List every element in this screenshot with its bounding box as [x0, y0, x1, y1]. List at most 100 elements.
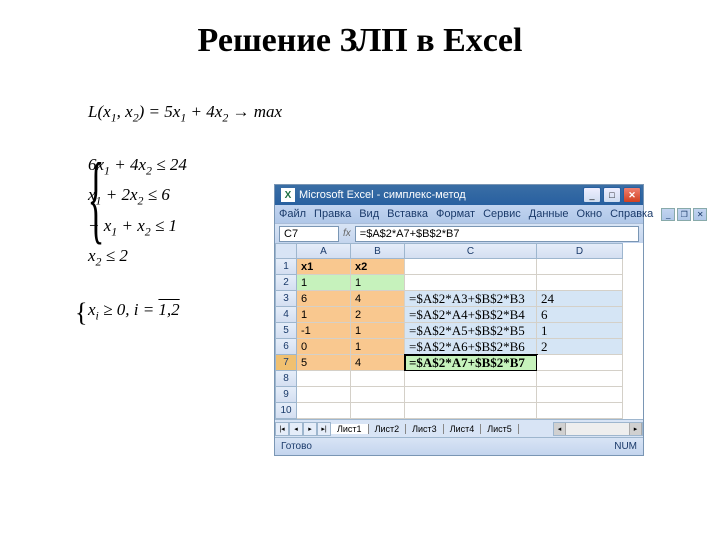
- menu-format[interactable]: Формат: [436, 208, 475, 220]
- cell[interactable]: [537, 355, 623, 371]
- cell[interactable]: [537, 371, 623, 387]
- maximize-button[interactable]: □: [603, 187, 621, 203]
- status-num: NUM: [614, 441, 637, 452]
- tab-nav-next[interactable]: ▸: [303, 422, 317, 436]
- cell[interactable]: =$A$2*A3+$B$2*B3: [405, 291, 537, 307]
- cell[interactable]: [405, 403, 537, 419]
- minimize-button[interactable]: _: [583, 187, 601, 203]
- tab-nav-first[interactable]: |◂: [275, 422, 289, 436]
- cell[interactable]: [405, 371, 537, 387]
- col-header-d[interactable]: D: [537, 243, 623, 259]
- cell[interactable]: [537, 387, 623, 403]
- cell[interactable]: 4: [351, 291, 405, 307]
- cell[interactable]: x2: [351, 259, 405, 275]
- sheet-tab-5[interactable]: Лист5: [481, 424, 519, 434]
- cell[interactable]: [537, 403, 623, 419]
- cell[interactable]: =$A$2*A6+$B$2*B6: [405, 339, 537, 355]
- cell[interactable]: [297, 371, 351, 387]
- titlebar[interactable]: X Microsoft Excel - симплекс-метод _ □ ✕: [275, 185, 643, 205]
- menu-data[interactable]: Данные: [529, 208, 569, 220]
- cell[interactable]: 6: [297, 291, 351, 307]
- row-header[interactable]: 1: [275, 259, 297, 275]
- grid-row: 5-11=$A$2*A5+$B$2*B51: [275, 323, 643, 339]
- menu-help[interactable]: Справка: [610, 208, 653, 220]
- grid-row: 211: [275, 275, 643, 291]
- menubar: Файл Правка Вид Вставка Формат Сервис Да…: [275, 205, 643, 223]
- cell[interactable]: 2: [537, 339, 623, 355]
- tab-nav-prev[interactable]: ◂: [289, 422, 303, 436]
- row-header[interactable]: 7: [275, 355, 297, 371]
- spreadsheet-grid[interactable]: A B C D 1x1x2211364=$A$2*A3+$B$2*B324412…: [275, 243, 643, 419]
- cell[interactable]: [351, 387, 405, 403]
- select-all-corner[interactable]: [275, 243, 297, 259]
- cell[interactable]: 0: [297, 339, 351, 355]
- cell[interactable]: 1: [351, 339, 405, 355]
- cell[interactable]: 1: [297, 275, 351, 291]
- objective-function: L(x1, x2) = 5x1 + 4x2 → max: [88, 102, 282, 125]
- menu-tools[interactable]: Сервис: [483, 208, 521, 220]
- menu-insert[interactable]: Вставка: [387, 208, 428, 220]
- row-header[interactable]: 9: [275, 387, 297, 403]
- cell[interactable]: [297, 403, 351, 419]
- cell[interactable]: 5: [297, 355, 351, 371]
- cell[interactable]: 6: [537, 307, 623, 323]
- cell[interactable]: [537, 259, 623, 275]
- cell[interactable]: 1: [297, 307, 351, 323]
- constraint-system: { 6x1 + 4x2 ≤ 24 x1 + 2x2 ≤ 6 − x1 + x2 …: [88, 148, 187, 277]
- cell[interactable]: [405, 387, 537, 403]
- cell[interactable]: =$A$2*A4+$B$2*B4: [405, 307, 537, 323]
- col-header-a[interactable]: A: [297, 243, 351, 259]
- name-box[interactable]: С7: [279, 226, 339, 242]
- slide-title: Решение ЗЛП в Excel: [0, 0, 720, 70]
- cell[interactable]: =$A$2*A7+$B$2*B7: [405, 355, 537, 371]
- scroll-left-icon[interactable]: ◂: [554, 423, 566, 435]
- menu-edit[interactable]: Правка: [314, 208, 351, 220]
- row-header[interactable]: 3: [275, 291, 297, 307]
- horizontal-scrollbar[interactable]: ◂ ▸: [553, 422, 643, 436]
- cell[interactable]: =$A$2*A5+$B$2*B5: [405, 323, 537, 339]
- menu-window[interactable]: Окно: [577, 208, 603, 220]
- formula-bar: С7 fx =$A$2*A7+$B$2*B7: [275, 223, 643, 243]
- cell[interactable]: 1: [351, 275, 405, 291]
- tab-nav-last[interactable]: ▸|: [317, 422, 331, 436]
- cell[interactable]: 2: [351, 307, 405, 323]
- cell[interactable]: [351, 403, 405, 419]
- menu-file[interactable]: Файл: [279, 208, 306, 220]
- menu-view[interactable]: Вид: [359, 208, 379, 220]
- grid-row: 601=$A$2*A6+$B$2*B62: [275, 339, 643, 355]
- formula-input[interactable]: =$A$2*A7+$B$2*B7: [355, 226, 639, 242]
- cell[interactable]: 4: [351, 355, 405, 371]
- row-header[interactable]: 4: [275, 307, 297, 323]
- col-header-c[interactable]: C: [405, 243, 537, 259]
- cell[interactable]: 24: [537, 291, 623, 307]
- sheet-tab-3[interactable]: Лист3: [406, 424, 444, 434]
- row-header[interactable]: 10: [275, 403, 297, 419]
- cell[interactable]: [405, 259, 537, 275]
- cell[interactable]: [405, 275, 537, 291]
- doc-close-button[interactable]: ✕: [693, 208, 707, 221]
- cell[interactable]: -1: [297, 323, 351, 339]
- row-header[interactable]: 8: [275, 371, 297, 387]
- row-header[interactable]: 2: [275, 275, 297, 291]
- sheet-tab-1[interactable]: Лист1: [331, 424, 369, 434]
- fx-icon[interactable]: fx: [343, 228, 351, 239]
- doc-restore-button[interactable]: ❐: [677, 208, 691, 221]
- scroll-right-icon[interactable]: ▸: [630, 423, 642, 435]
- status-bar: Готово NUM: [275, 437, 643, 455]
- col-header-b[interactable]: B: [351, 243, 405, 259]
- sheet-tab-4[interactable]: Лист4: [444, 424, 482, 434]
- cell[interactable]: [537, 275, 623, 291]
- nonnegativity: { xi ≥ 0, i = 1,2: [88, 300, 180, 323]
- doc-minimize-button[interactable]: _: [661, 208, 675, 221]
- excel-icon: X: [281, 188, 295, 202]
- row-header[interactable]: 5: [275, 323, 297, 339]
- sheet-tab-2[interactable]: Лист2: [369, 424, 407, 434]
- cell[interactable]: x1: [297, 259, 351, 275]
- grid-row: 9: [275, 387, 643, 403]
- cell[interactable]: [297, 387, 351, 403]
- row-header[interactable]: 6: [275, 339, 297, 355]
- cell[interactable]: [351, 371, 405, 387]
- cell[interactable]: 1: [351, 323, 405, 339]
- close-button[interactable]: ✕: [623, 187, 641, 203]
- cell[interactable]: 1: [537, 323, 623, 339]
